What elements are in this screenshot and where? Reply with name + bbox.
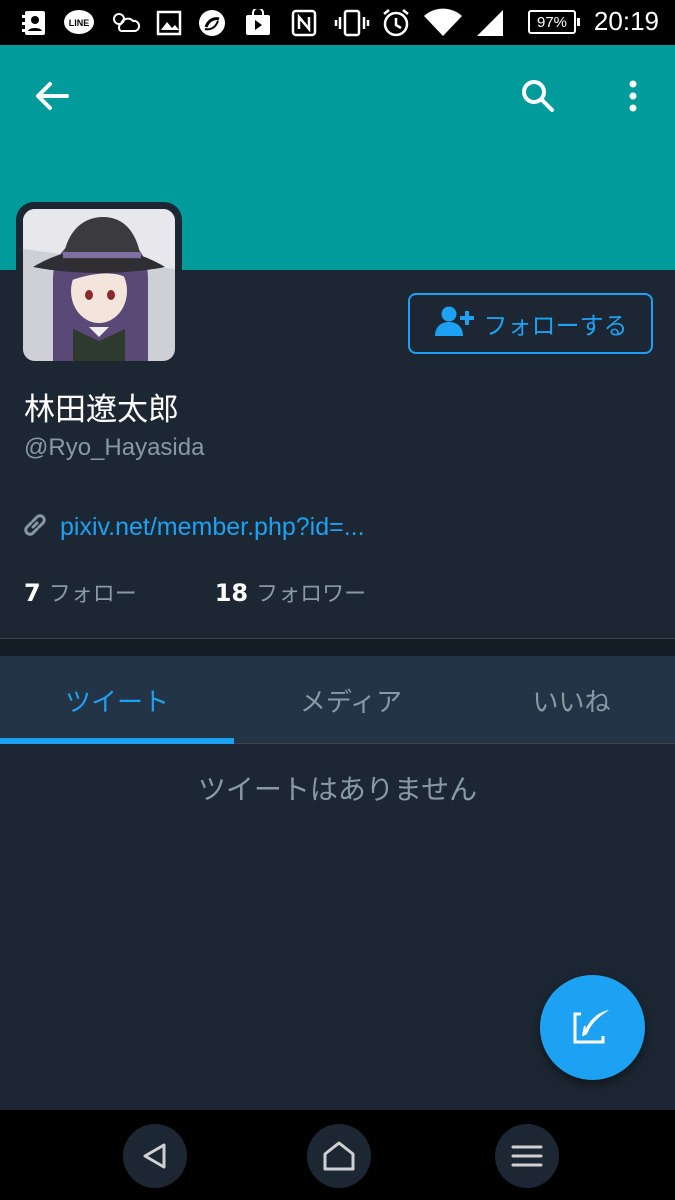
contacts-icon [20,8,50,38]
compose-tweet-button[interactable] [540,975,645,1080]
nav-home-icon[interactable] [307,1124,371,1188]
section-divider [0,638,675,656]
wifi-icon [422,8,464,38]
signal-icon [474,8,506,38]
follow-button[interactable]: フォローする [408,293,653,354]
sync-icon [196,8,228,38]
avatar-image [23,209,175,361]
back-arrow-icon[interactable] [22,66,82,126]
vibrate-icon [334,8,370,38]
profile-link[interactable]: pixiv.net/member.php?id=... [60,513,365,542]
followers-label: フォロワー [256,582,367,607]
nfc-icon [290,8,318,38]
play-store-icon [242,8,274,38]
weather-icon [108,8,142,38]
avatar[interactable] [16,202,182,368]
empty-timeline-message: ツイートはありません [197,773,478,806]
follow-stats: 7 フォロー 18 フォロワー [24,576,366,608]
svg-text:LINE: LINE [69,18,90,28]
followers-count: 18 [214,579,249,607]
clock: 20:19 [593,6,659,36]
profile-link-row: pixiv.net/member.php?id=... [22,512,365,542]
line-app-icon: LINE [62,8,96,38]
nav-back-icon[interactable] [123,1124,187,1188]
system-nav-bar [0,1110,675,1200]
add-user-icon [434,305,476,343]
followers-stat[interactable]: 18 フォロワー [215,576,366,608]
profile-tabs: ツイート メディア いいね [0,656,675,744]
active-tab-indicator [0,738,234,744]
tab-media[interactable]: メディア [234,656,468,744]
alarm-icon [380,8,412,38]
tab-tweets[interactable]: ツイート [0,656,234,744]
tab-likes[interactable]: いいね [468,656,675,744]
nav-menu-icon[interactable] [495,1124,559,1188]
follow-button-label: フォローする [483,312,628,340]
compose-tweet-icon [571,1006,615,1050]
link-icon [22,512,48,542]
more-vert-icon[interactable] [603,66,663,126]
following-count: 7 [24,579,41,607]
display-name: 林田遼太郎 [24,392,179,428]
following-stat[interactable]: 7 フォロー [24,576,137,608]
battery-icon: 97% [528,10,580,34]
following-label: フォロー [48,582,137,607]
status-bar: LINE 97% 20:19 [0,0,675,45]
search-icon[interactable] [508,66,568,126]
user-handle: @Ryo_Hayasida [24,434,205,461]
gallery-icon [154,8,184,38]
